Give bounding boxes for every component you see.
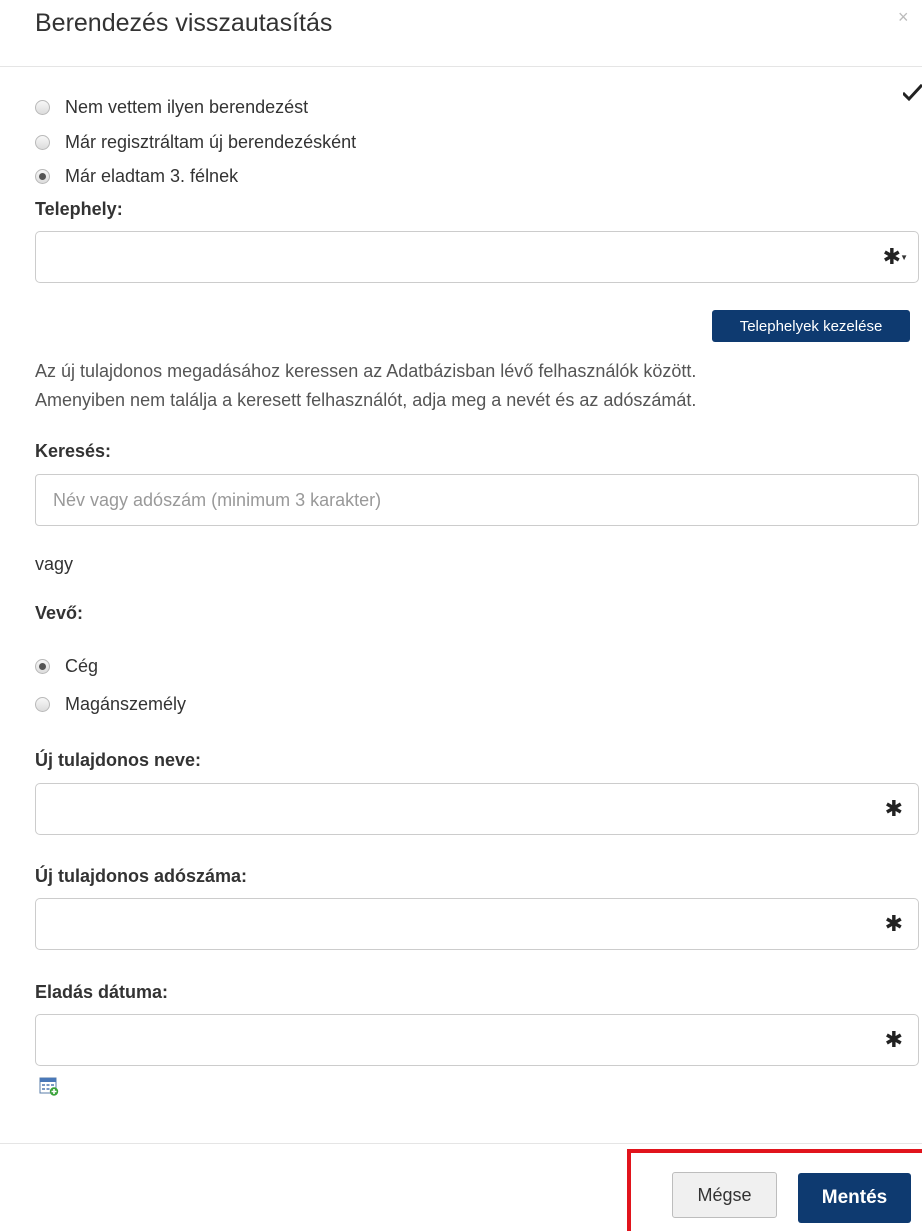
- manage-sites-button[interactable]: Telephelyek kezelése: [712, 310, 910, 342]
- radio-button[interactable]: [35, 99, 50, 115]
- rejection-dialog: Berendezés visszautasítás × Nem vettem i…: [0, 0, 922, 1231]
- radio-button[interactable]: [35, 134, 50, 150]
- radio-label: Cég: [65, 655, 99, 676]
- close-icon[interactable]: ×: [898, 6, 909, 28]
- reason-radio-sold-third-party[interactable]: Már eladtam 3. félnek: [35, 165, 238, 187]
- or-text: vagy: [35, 554, 74, 574]
- sale-date-input[interactable]: ✱: [35, 1014, 919, 1066]
- dialog-header: Berendezés visszautasítás ×: [0, 0, 922, 67]
- caret-down-icon[interactable]: ▼: [900, 253, 908, 262]
- required-marker: ✱: [884, 911, 903, 936]
- required-marker: ✱: [884, 796, 903, 821]
- sale-date-label: Eladás dátuma:: [35, 982, 169, 1002]
- required-marker: ✱: [884, 1027, 903, 1052]
- owner-name-label: Új tulajdonos neve:: [35, 750, 202, 770]
- radio-label: Már regisztráltam új berendezésként: [65, 131, 357, 152]
- owner-tax-label: Új tulajdonos adószáma:: [35, 866, 248, 886]
- owner-info-text: Az új tulajdonos megadásához keressen az…: [35, 357, 905, 415]
- search-label: Keresés:: [35, 441, 112, 461]
- info-line: Amenyiben nem találja a keresett felhasz…: [35, 390, 697, 410]
- checkmark-icon: [903, 84, 922, 102]
- radio-button-selected[interactable]: [35, 658, 50, 674]
- buyer-radio-private[interactable]: Magánszemély: [35, 693, 186, 715]
- cancel-button[interactable]: Mégse: [672, 1172, 777, 1218]
- site-label: Telephely:: [35, 199, 123, 219]
- info-line: Az új tulajdonos megadásához keressen az…: [35, 361, 697, 381]
- required-marker: ✱: [882, 244, 901, 269]
- site-select[interactable]: ✱ ▼: [35, 231, 919, 283]
- radio-label: Magánszemély: [65, 693, 187, 714]
- reason-radio-already-registered[interactable]: Már regisztráltam új berendezésként: [35, 131, 356, 153]
- save-button[interactable]: Mentés: [798, 1173, 911, 1223]
- dialog-title: Berendezés visszautasítás: [35, 9, 333, 37]
- owner-name-input[interactable]: ✱: [35, 783, 919, 835]
- radio-button[interactable]: [35, 696, 50, 712]
- calendar-icon[interactable]: [39, 1076, 59, 1096]
- buyer-label: Vevő:: [35, 603, 84, 623]
- owner-tax-input[interactable]: ✱: [35, 898, 919, 950]
- search-input[interactable]: [35, 474, 919, 526]
- radio-label: Már eladtam 3. félnek: [65, 165, 239, 186]
- reason-radio-not-bought[interactable]: Nem vettem ilyen berendezést: [35, 96, 308, 118]
- radio-button-selected[interactable]: [35, 168, 50, 184]
- radio-label: Nem vettem ilyen berendezést: [65, 96, 309, 117]
- buyer-radio-company[interactable]: Cég: [35, 655, 98, 677]
